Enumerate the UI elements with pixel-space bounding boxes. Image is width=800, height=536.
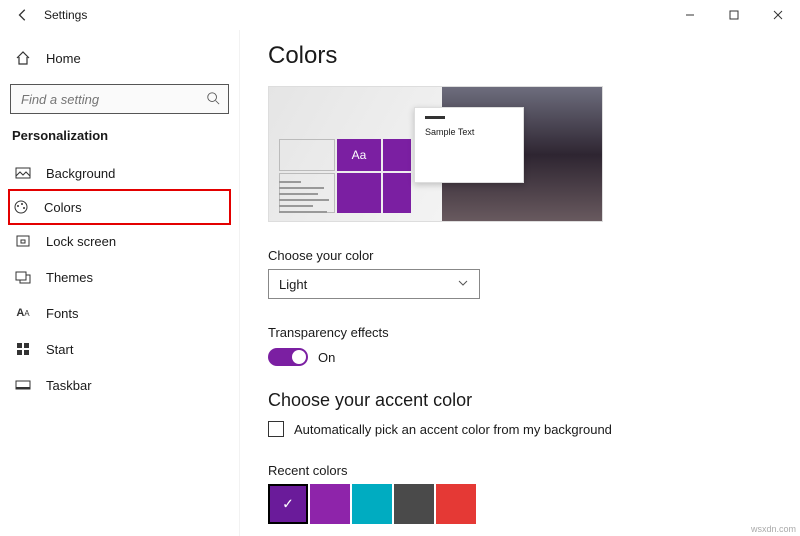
- sidebar-item-label: Themes: [46, 270, 93, 285]
- minimize-button[interactable]: [668, 0, 712, 30]
- choose-color-select[interactable]: Light: [268, 269, 480, 299]
- watermark: wsxdn.com: [751, 524, 796, 534]
- main-content: Colors Aa Sample Text Choose your color: [240, 30, 800, 536]
- maximize-button[interactable]: [712, 0, 756, 30]
- accent-color-heading: Choose your accent color: [268, 390, 800, 411]
- sidebar-item-themes[interactable]: Themes: [10, 259, 229, 295]
- preview-doc-lines: [279, 143, 335, 215]
- color-swatch[interactable]: [268, 484, 308, 524]
- search-box[interactable]: [10, 84, 229, 114]
- sidebar-item-label: Background: [46, 166, 115, 181]
- auto-pick-checkbox[interactable]: [268, 421, 284, 437]
- close-button[interactable]: [756, 0, 800, 30]
- sidebar-item-label: Start: [46, 342, 73, 357]
- search-icon: [206, 91, 220, 108]
- sidebar-item-label: Lock screen: [46, 234, 116, 249]
- transparency-label: Transparency effects: [268, 325, 800, 340]
- sidebar-item-colors[interactable]: Colors: [8, 189, 231, 225]
- sidebar-item-start[interactable]: Start: [10, 331, 229, 367]
- auto-pick-label: Automatically pick an accent color from …: [294, 422, 612, 437]
- lock-icon: [14, 232, 32, 250]
- color-swatch[interactable]: [436, 484, 476, 524]
- transparency-toggle[interactable]: [268, 348, 308, 366]
- sidebar: Home Personalization Background Colors L…: [0, 30, 240, 536]
- chevron-down-icon: [457, 277, 469, 292]
- sidebar-item-label: Fonts: [46, 306, 79, 321]
- color-swatch[interactable]: [352, 484, 392, 524]
- themes-icon: [14, 268, 32, 286]
- app-title: Settings: [44, 8, 87, 22]
- home-icon: [14, 49, 32, 67]
- choose-color-value: Light: [279, 277, 307, 292]
- sidebar-section-header: Personalization: [12, 128, 229, 143]
- color-swatch[interactable]: [310, 484, 350, 524]
- preview-sample-text: Sample Text: [425, 127, 474, 137]
- preview-tile-aa: Aa: [337, 139, 381, 171]
- sidebar-item-lockscreen[interactable]: Lock screen: [10, 223, 229, 259]
- recent-colors-swatches: [268, 484, 800, 524]
- sidebar-home[interactable]: Home: [10, 40, 229, 76]
- sidebar-item-taskbar[interactable]: Taskbar: [10, 367, 229, 403]
- sidebar-item-fonts[interactable]: AA Fonts: [10, 295, 229, 331]
- fonts-icon: AA: [14, 304, 32, 322]
- palette-icon: [12, 198, 30, 216]
- sidebar-home-label: Home: [46, 51, 81, 66]
- title-bar: Settings: [0, 0, 800, 30]
- color-swatch[interactable]: [394, 484, 434, 524]
- recent-colors-label: Recent colors: [268, 463, 800, 478]
- transparency-value: On: [318, 350, 335, 365]
- taskbar-icon: [14, 376, 32, 394]
- picture-icon: [14, 164, 32, 182]
- sidebar-item-label: Colors: [44, 200, 82, 215]
- sidebar-item-background[interactable]: Background: [10, 155, 229, 191]
- choose-color-label: Choose your color: [268, 248, 800, 263]
- back-button[interactable]: [8, 0, 38, 30]
- search-input[interactable]: [19, 91, 206, 108]
- preview-sample-card: Sample Text: [414, 107, 524, 183]
- sidebar-item-label: Taskbar: [46, 378, 92, 393]
- page-title: Colors: [268, 42, 800, 70]
- color-preview: Aa Sample Text: [268, 86, 603, 222]
- start-icon: [14, 340, 32, 358]
